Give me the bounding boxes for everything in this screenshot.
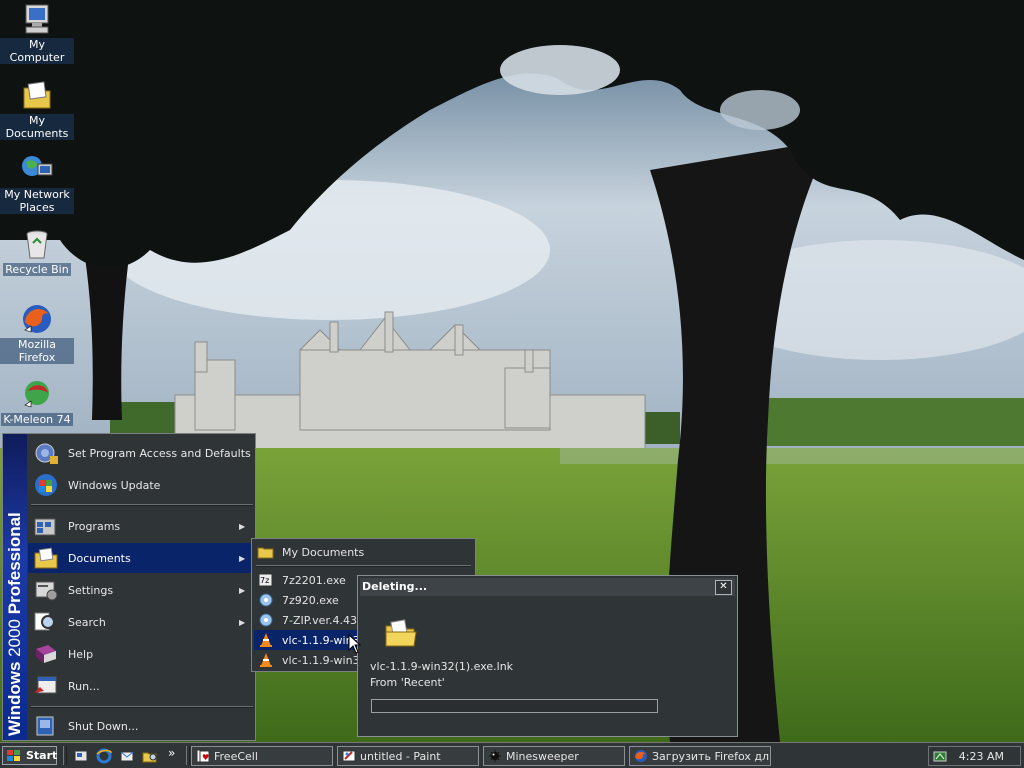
- help-book-icon: [32, 641, 60, 667]
- quick-launch-more-icon[interactable]: »: [168, 746, 175, 760]
- taskbar-divider: [63, 746, 67, 765]
- outlook-express-icon[interactable]: [119, 748, 135, 764]
- start-label: Start: [26, 749, 58, 762]
- internet-explorer-icon[interactable]: [96, 748, 112, 764]
- network-places-icon: [20, 152, 54, 186]
- taskbar: Start » ♥ FreeCell untitled - Paint Mine…: [0, 742, 1024, 768]
- task-button-paint[interactable]: untitled - Paint: [337, 746, 479, 766]
- 7zip-icon: 7z: [257, 572, 275, 588]
- banner-brand: Windows: [5, 661, 24, 736]
- vlc-cone-icon: [257, 632, 275, 648]
- installer-icon: [257, 612, 275, 628]
- firefox-icon: [20, 302, 54, 336]
- start-item-program-access[interactable]: Set Program Access and Defaults: [28, 438, 255, 468]
- paint-icon: [342, 749, 356, 763]
- run-icon: [32, 673, 60, 699]
- start-item-shut-down[interactable]: Shut Down...: [28, 711, 255, 741]
- desktop-icon-network-places[interactable]: My Network Places: [0, 152, 74, 214]
- start-item-settings[interactable]: Settings ▶: [28, 575, 255, 605]
- svg-text:♥: ♥: [202, 753, 209, 762]
- firefox-icon: [634, 749, 648, 763]
- submenu-arrow-icon: ▶: [239, 553, 246, 563]
- show-desktop-icon[interactable]: [73, 748, 89, 764]
- documents-folder-icon: [32, 545, 60, 571]
- start-menu-separator: [31, 504, 253, 506]
- folder-icon: [257, 544, 275, 560]
- submenu-arrow-icon: ▶: [239, 585, 246, 595]
- settings-icon: [32, 577, 60, 603]
- desktop-icon-recycle-bin[interactable]: Recycle Bin: [0, 227, 74, 276]
- windows-update-icon: [32, 472, 60, 498]
- start-item-help[interactable]: Help: [28, 639, 255, 669]
- tray-app-icon[interactable]: [933, 749, 947, 763]
- submenu-arrow-icon: ▶: [239, 617, 246, 627]
- desktop-icon-firefox[interactable]: Mozilla Firefox: [0, 302, 74, 364]
- desktop-icon-my-computer[interactable]: My Computer: [0, 2, 74, 64]
- start-item-windows-update[interactable]: Windows Update: [28, 470, 255, 500]
- start-item-programs[interactable]: Programs ▶: [28, 511, 255, 541]
- start-item-documents[interactable]: Documents ▶: [28, 543, 255, 573]
- my-documents-icon: [20, 78, 54, 112]
- desktop-icon-my-documents[interactable]: My Documents: [0, 78, 74, 140]
- start-item-run[interactable]: Run...: [28, 671, 255, 701]
- delete-progress-bar: [371, 699, 658, 713]
- dialog-title: Deleting...: [362, 580, 428, 593]
- mouse-cursor-icon: [348, 634, 362, 654]
- dialog-file-name: vlc-1.1.9-win32(1).exe.lnk: [370, 660, 514, 673]
- banner-edition: Professional: [5, 512, 24, 615]
- banner-version: 2000: [5, 618, 24, 657]
- taskbar-divider: [186, 746, 190, 765]
- kmeleon-icon: [20, 377, 54, 411]
- deleting-dialog: Deleting... ✕ vlc-1.1.9-win32(1).exe.lnk…: [357, 575, 738, 737]
- dialog-title-bar[interactable]: Deleting... ✕: [360, 578, 735, 596]
- desktop-icon-kmeleon[interactable]: K-Meleon 74: [0, 377, 74, 426]
- vlc-cone-icon: [257, 652, 275, 668]
- folder-animation-icon: [384, 618, 418, 648]
- start-menu-banner: Windows 2000 Professional: [3, 434, 27, 740]
- submenu-separator: [256, 565, 471, 567]
- programs-icon: [32, 513, 60, 539]
- shut-down-icon: [32, 713, 60, 739]
- program-access-icon: [32, 440, 60, 466]
- dialog-from-text: From 'Recent': [370, 676, 445, 689]
- my-computer-icon: [20, 2, 54, 36]
- recent-doc-my-documents[interactable]: My Documents: [254, 542, 473, 562]
- start-menu-separator: [31, 706, 253, 708]
- svg-text:7z: 7z: [260, 576, 269, 585]
- windows-logo-icon: [6, 749, 22, 763]
- search-icon: [32, 609, 60, 635]
- explorer-search-icon[interactable]: [142, 748, 158, 764]
- start-menu: Windows 2000 Professional Set Program Ac…: [2, 433, 256, 741]
- recycle-bin-icon: [20, 227, 54, 261]
- task-button-freecell[interactable]: ♥ FreeCell: [191, 746, 333, 766]
- installer-icon: [257, 592, 275, 608]
- task-button-minesweeper[interactable]: Minesweeper: [483, 746, 625, 766]
- start-button[interactable]: Start: [2, 746, 57, 765]
- clock[interactable]: 4:23 AM: [959, 750, 1004, 763]
- freecell-icon: ♥: [196, 749, 210, 763]
- minesweeper-icon: [488, 749, 502, 763]
- start-item-search[interactable]: Search ▶: [28, 607, 255, 637]
- submenu-arrow-icon: ▶: [239, 521, 246, 531]
- close-icon[interactable]: ✕: [715, 580, 732, 595]
- task-button-firefox-download[interactable]: Загрузить Firefox дл...: [629, 746, 771, 766]
- system-tray: 4:23 AM: [928, 746, 1021, 766]
